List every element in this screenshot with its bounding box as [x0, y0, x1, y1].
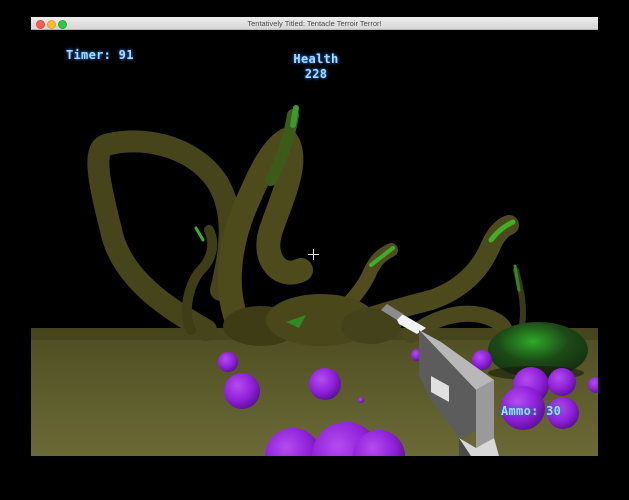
egg — [358, 397, 364, 403]
health-label: Health — [293, 52, 339, 66]
title-bar[interactable]: Tentatively Titled: Tentacle Terroir Ter… — [31, 17, 598, 30]
crosshair-vertical — [313, 249, 314, 260]
crosshair-icon — [308, 249, 319, 260]
egg — [218, 352, 238, 372]
gun-front-face — [476, 380, 494, 448]
egg — [309, 368, 341, 400]
game-viewport[interactable]: Timer: 91 Health 228 Ammo: 30 — [31, 30, 598, 456]
health-value: 228 — [304, 67, 328, 81]
tentacle-left-curl-tip — [194, 226, 205, 242]
game-window: Tentatively Titled: Tentacle Terroir Ter… — [31, 17, 598, 456]
game-scene — [31, 105, 598, 456]
screen: Tentatively Titled: Tentacle Terroir Ter… — [0, 0, 629, 500]
egg — [548, 368, 576, 396]
tentacle-center-tip — [290, 105, 299, 128]
window-title: Tentatively Titled: Tentacle Terroir Ter… — [247, 19, 382, 28]
timer-display: Timer: 91 — [66, 48, 134, 62]
ammo-display: Ammo: 30 — [501, 404, 562, 418]
egg — [224, 373, 260, 409]
